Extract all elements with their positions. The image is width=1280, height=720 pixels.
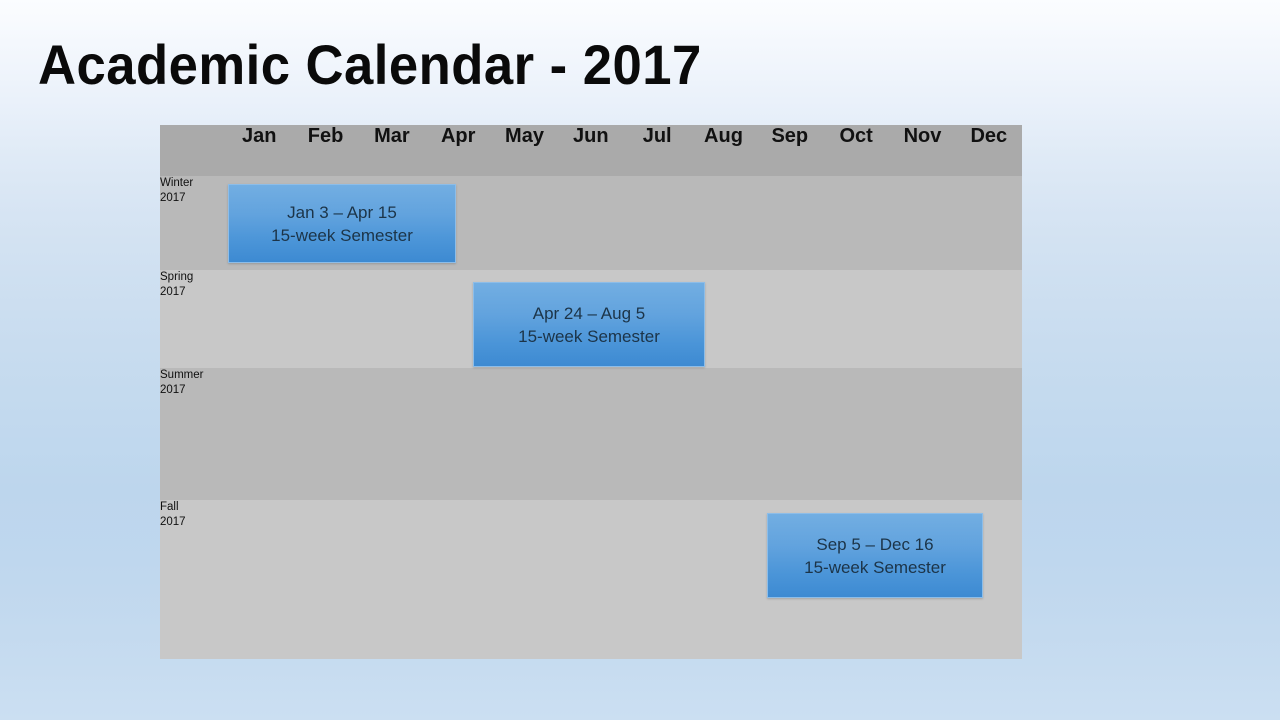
semester-bar-fall[interactable]: Sep 5 – Dec 16 15-week Semester [767,513,983,598]
cell-fall-jun [557,500,624,659]
cell-summer-aug [690,368,757,500]
column-header-mar: Mar [358,125,426,176]
cell-summer-feb [292,368,359,500]
column-header-nov: Nov [889,125,956,176]
row-label-winter: Winter 2017 [160,176,227,270]
cell-summer-sep [756,368,823,500]
column-header-dec: Dec [955,125,1022,176]
cell-summer-jun [557,368,624,500]
cell-spring-nov [889,270,956,368]
column-header-aug: Aug [690,125,757,176]
row-label-summer: Summer 2017 [160,368,227,500]
column-header-jun: Jun [557,125,624,176]
table-corner-header [160,125,227,176]
slide-canvas: Academic Calendar - 2017 Jan Feb Mar Apr… [0,0,1280,720]
row-label-fall: Fall 2017 [160,500,227,659]
table-header: Jan Feb Mar Apr May Jun Jul Aug Sep Oct … [160,125,1022,176]
semester-bar-spring-duration: 15-week Semester [518,326,660,346]
cell-fall-may [491,500,558,659]
table-header-row: Jan Feb Mar Apr May Jun Jul Aug Sep Oct … [160,125,1022,176]
cell-winter-jul [624,176,691,270]
cell-winter-oct [822,176,890,270]
cell-summer-jan [226,368,293,500]
cell-spring-dec [955,270,1022,368]
cell-summer-jul [624,368,691,500]
cell-winter-jun [557,176,624,270]
cell-spring-feb [292,270,359,368]
column-header-may: May [491,125,558,176]
semester-bar-fall-duration: 15-week Semester [804,557,946,577]
cell-summer-nov [889,368,956,500]
semester-bar-winter-dates: Jan 3 – Apr 15 [287,202,397,222]
table-row-summer: Summer 2017 [160,368,1022,500]
cell-winter-sep [756,176,823,270]
cell-fall-mar [358,500,426,659]
column-header-jul: Jul [624,125,691,176]
cell-winter-aug [690,176,757,270]
cell-summer-dec [955,368,1022,500]
cell-summer-apr [425,368,492,500]
semester-bar-spring-dates: Apr 24 – Aug 5 [532,303,646,323]
cell-summer-mar [358,368,426,500]
cell-spring-oct [822,270,890,368]
cell-fall-aug [690,500,757,659]
semester-bar-spring[interactable]: Apr 24 – Aug 5 15-week Semester [473,282,705,367]
column-header-jan: Jan [226,125,293,176]
cell-winter-dec [955,176,1022,270]
cell-spring-sep [756,270,823,368]
cell-summer-oct [822,368,890,500]
cell-spring-mar [358,270,426,368]
cell-summer-may [491,368,558,500]
row-label-spring: Spring 2017 [160,270,227,368]
column-header-sep: Sep [756,125,823,176]
cell-spring-jan [226,270,293,368]
semester-bar-winter-duration: 15-week Semester [271,225,413,245]
semester-bar-fall-dates: Sep 5 – Dec 16 [816,534,934,554]
semester-bar-winter[interactable]: Jan 3 – Apr 15 15-week Semester [228,184,456,263]
cell-winter-may [491,176,558,270]
cell-winter-nov [889,176,956,270]
column-header-feb: Feb [292,125,359,176]
column-header-oct: Oct [822,125,890,176]
cell-fall-apr [425,500,492,659]
cell-fall-jul [624,500,691,659]
cell-fall-feb [292,500,359,659]
cell-fall-jan [226,500,293,659]
page-title: Academic Calendar - 2017 [38,33,702,96]
column-header-apr: Apr [425,125,492,176]
